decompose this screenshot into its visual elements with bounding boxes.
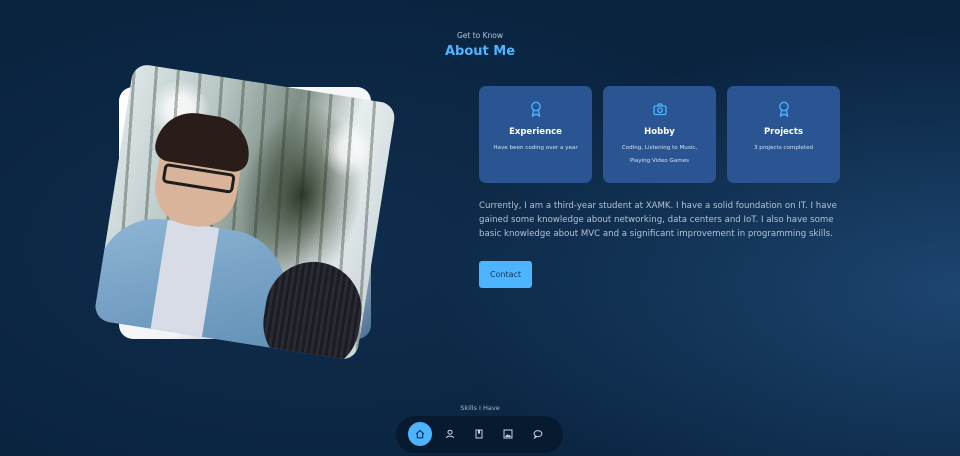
award-icon bbox=[778, 101, 789, 117]
nav-about[interactable] bbox=[438, 422, 462, 446]
card-title: Experience bbox=[509, 127, 562, 137]
nav-contact[interactable] bbox=[526, 422, 550, 446]
camera-icon bbox=[652, 103, 667, 116]
nav-portfolio[interactable] bbox=[496, 422, 520, 446]
card-text: Coding, Listening to Music, Playing Vide… bbox=[621, 145, 698, 164]
award-icon bbox=[530, 101, 541, 117]
message-icon bbox=[533, 430, 543, 439]
card-title: Hobby bbox=[644, 127, 675, 137]
section-eyebrow: Get to Know bbox=[456, 31, 504, 40]
section-title: About Me bbox=[444, 44, 516, 59]
next-section-label: Skills I Have bbox=[460, 404, 500, 412]
profile-photo bbox=[93, 62, 397, 362]
bottom-nav bbox=[396, 416, 563, 453]
about-description: Currently, I am a third-year student at … bbox=[479, 201, 837, 239]
card-title: Projects bbox=[763, 127, 804, 137]
card-experience: Experience Have been coding over a year bbox=[479, 86, 592, 183]
image-icon bbox=[503, 429, 513, 439]
card-text: Have been coding over a year bbox=[493, 145, 578, 151]
card-hobby: Hobby Coding, Listening to Music, Playin… bbox=[603, 86, 716, 183]
card-text: 3 projects completed bbox=[753, 145, 814, 151]
book-icon bbox=[475, 429, 483, 439]
card-projects: Projects 3 projects completed bbox=[727, 86, 840, 183]
nav-experience[interactable] bbox=[467, 422, 491, 446]
nav-home[interactable] bbox=[408, 422, 432, 446]
home-icon bbox=[415, 429, 425, 439]
contact-button[interactable]: Contact bbox=[479, 261, 532, 288]
user-icon bbox=[446, 429, 454, 439]
